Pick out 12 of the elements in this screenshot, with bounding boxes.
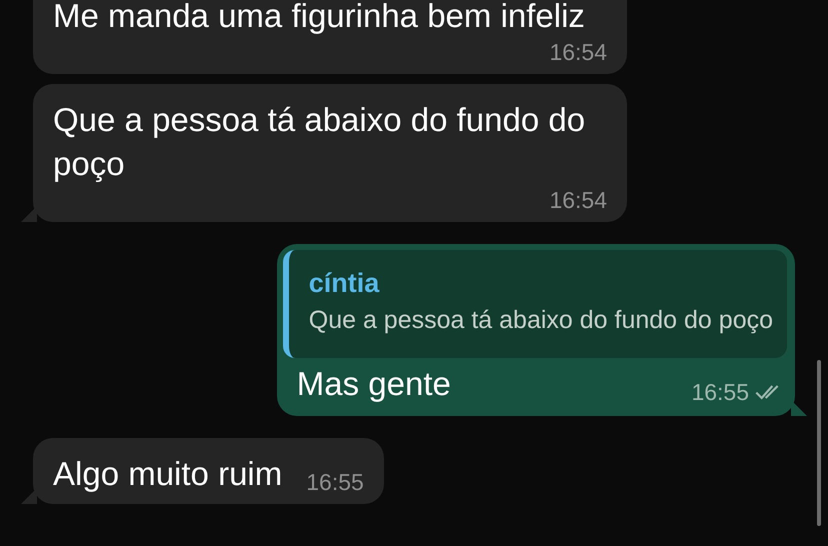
message-time: 16:54 (549, 38, 607, 66)
scrollbar[interactable] (817, 360, 821, 526)
message-time: 16:55 (306, 468, 364, 496)
message-text: Que a pessoa tá abaixo do fundo do poço (53, 100, 586, 184)
message-time: 16:55 (691, 378, 749, 406)
quoted-text: Que a pessoa tá abaixo do fundo do poço (308, 305, 773, 336)
message-text: Mas gente (296, 364, 451, 404)
message-text: Me manda uma figurinha bem infeliz (53, 0, 585, 36)
quoted-message[interactable]: cíntia Que a pessoa tá abaixo do fundo do poço (282, 250, 787, 358)
message-time: 16:54 (549, 186, 607, 214)
quoted-author: cíntia (308, 267, 380, 300)
message-text: Algo muito ruim (53, 454, 282, 494)
